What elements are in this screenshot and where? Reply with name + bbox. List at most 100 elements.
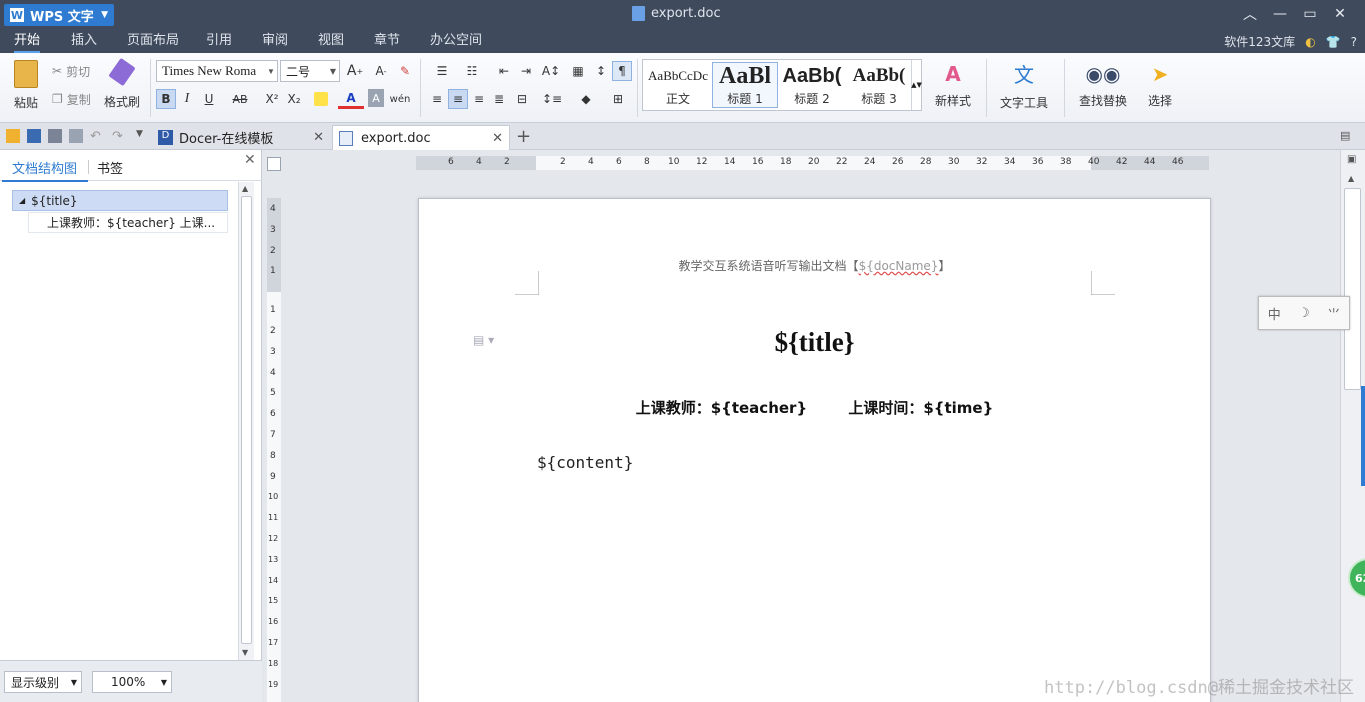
tab-export-doc[interactable]: export.doc ✕ bbox=[332, 125, 510, 150]
text-direction-icon[interactable]: A↕ bbox=[538, 61, 564, 81]
shading-icon[interactable]: ◆ bbox=[572, 89, 600, 109]
close-tab-icon[interactable]: ✕ bbox=[492, 131, 503, 146]
tab-menu-icon[interactable]: ▤ bbox=[1340, 129, 1350, 142]
punctuation-icon[interactable]: ⺌ bbox=[1327, 304, 1340, 323]
style-heading-1[interactable]: AaBl 标题 1 bbox=[712, 62, 778, 108]
doc-content[interactable]: ${content} bbox=[537, 453, 633, 472]
decrease-indent-icon[interactable]: ⇤ bbox=[494, 61, 514, 81]
borders-icon[interactable]: ⊞ bbox=[604, 89, 632, 109]
customize-toolbar-icon[interactable]: ▼ bbox=[136, 129, 150, 143]
styles-scroll[interactable]: ▲▼ bbox=[911, 60, 922, 110]
redo-icon[interactable]: ↷ bbox=[112, 129, 126, 144]
select-button[interactable]: ➤ 选择 bbox=[1140, 57, 1180, 113]
font-color-button[interactable]: A bbox=[338, 89, 364, 109]
text-tools-button[interactable]: 文 文字工具 bbox=[992, 57, 1056, 113]
font-name-select[interactable]: Times New Roma ▼ bbox=[156, 60, 278, 82]
tab-bookmarks[interactable]: 书签 bbox=[97, 158, 123, 177]
increase-indent-icon[interactable]: ⇥ bbox=[516, 61, 536, 81]
doc-subtitle[interactable]: 上课教师：${teacher} 上课时间：${time} bbox=[419, 397, 1210, 418]
grow-font-button[interactable]: A + bbox=[344, 61, 366, 81]
tab-docer-templates[interactable]: D Docer-在线模板 ✕ bbox=[152, 125, 330, 150]
horizontal-ruler[interactable]: 6 4 2 2 4 6 8 10 12 14 16 18 20 22 24 26 28 30 32 34 36 38 40 4… bbox=[416, 156, 1209, 170]
minimize-button[interactable]: — bbox=[1266, 4, 1294, 24]
close-tab-icon[interactable]: ✕ bbox=[313, 130, 324, 145]
scroll-down-icon[interactable]: ▼ bbox=[242, 648, 248, 657]
table-icon[interactable]: ▦ bbox=[568, 61, 588, 81]
nav-zoom-select[interactable]: 100% ▼ bbox=[92, 671, 172, 693]
doc-title[interactable]: ${title} bbox=[419, 327, 1210, 358]
help-button[interactable]: ? bbox=[1351, 35, 1357, 49]
print-icon[interactable] bbox=[48, 129, 62, 143]
collapse-ribbon-button[interactable]: ︿ bbox=[1236, 4, 1264, 24]
side-panel-toggle[interactable] bbox=[1361, 386, 1365, 486]
scroll-thumb[interactable] bbox=[1344, 188, 1361, 390]
scroll-up-icon[interactable]: ▲ bbox=[242, 184, 248, 193]
clear-format-icon[interactable]: ✎ bbox=[394, 61, 416, 81]
cut-button[interactable]: ✂ 剪切 bbox=[52, 61, 90, 81]
align-left-icon[interactable]: ≡ bbox=[428, 89, 446, 109]
nav-scrollbar[interactable]: ▲ ▼ bbox=[238, 182, 254, 660]
ime-language-toggle[interactable]: 中 bbox=[1268, 304, 1281, 323]
highlight-button[interactable] bbox=[308, 89, 334, 109]
close-button[interactable]: ✕ bbox=[1326, 4, 1354, 24]
user-account[interactable]: 软件123文库 bbox=[1224, 33, 1295, 50]
style-normal[interactable]: AaBbCcDc 正文 bbox=[645, 62, 711, 108]
underline-button[interactable]: U bbox=[198, 89, 220, 109]
line-spacing-icon[interactable]: ↕≡ bbox=[538, 89, 566, 109]
strikethrough-button[interactable]: AB bbox=[226, 89, 254, 109]
show-marks-icon[interactable]: ¶ bbox=[612, 61, 632, 81]
bullet-list-icon[interactable]: ☰ bbox=[428, 61, 456, 81]
app-menu-button[interactable]: W WPS 文字 ▼ bbox=[4, 4, 114, 26]
bold-button[interactable]: B bbox=[156, 89, 176, 109]
open-icon[interactable] bbox=[6, 129, 20, 143]
tab-office-space[interactable]: 办公空间 bbox=[430, 30, 482, 53]
print-preview-icon[interactable] bbox=[69, 129, 83, 143]
document-scrollbar[interactable]: ▣ ▲ bbox=[1340, 150, 1365, 702]
close-pane-icon[interactable]: ✕ bbox=[244, 152, 256, 168]
phonetic-guide-icon[interactable]: wén bbox=[388, 89, 412, 109]
save-icon[interactable] bbox=[27, 129, 41, 143]
document-page[interactable]: 教学交互系统语音听写输出文档【${docName}】 ▤ ▾ ${title} … bbox=[418, 198, 1211, 702]
sort-icon[interactable]: ↕ bbox=[592, 61, 610, 81]
tab-document-map[interactable]: 文档结构图 bbox=[12, 158, 77, 177]
new-style-button[interactable]: A 新样式 bbox=[926, 57, 980, 113]
format-painter-button[interactable]: 格式刷 bbox=[102, 57, 142, 113]
tab-chapter[interactable]: 章节 bbox=[374, 30, 400, 53]
subscript-button[interactable]: X₂ bbox=[284, 89, 304, 109]
char-shading-icon[interactable]: A bbox=[368, 89, 384, 107]
style-heading-3[interactable]: AaBb( 标题 3 bbox=[846, 62, 912, 108]
align-right-icon[interactable]: ≡ bbox=[470, 89, 488, 109]
moon-icon[interactable]: ☽ bbox=[1298, 306, 1310, 321]
font-size-select[interactable]: 二号 ▼ bbox=[280, 60, 340, 82]
paste-button[interactable]: 粘贴 bbox=[6, 57, 46, 113]
display-level-select[interactable]: 显示级别 ▼ bbox=[4, 671, 82, 693]
scroll-up-icon[interactable]: ▲ bbox=[1348, 174, 1354, 183]
tab-home[interactable]: 开始 bbox=[14, 30, 41, 53]
outline-node-teacher[interactable]: 上课教师：${teacher} 上课... bbox=[28, 212, 228, 233]
numbered-list-icon[interactable]: ☷ bbox=[458, 61, 486, 81]
skin-icon[interactable]: ◐ bbox=[1305, 35, 1315, 49]
page-header[interactable]: 教学交互系统语音听写输出文档【${docName}】 bbox=[419, 257, 1210, 274]
tab-references[interactable]: 引用 bbox=[206, 30, 232, 53]
outline-node-title[interactable]: ◢ ${title} bbox=[12, 190, 228, 211]
tab-stop-selector[interactable] bbox=[267, 157, 281, 171]
undo-icon[interactable]: ↶ bbox=[90, 129, 104, 144]
scroll-thumb[interactable] bbox=[241, 196, 252, 644]
vertical-ruler[interactable]: 4 3 2 1 1 2 3 4 5 6 7 8 9 10 11 12 13 14 15 16 17 18 19 bbox=[267, 198, 281, 702]
maximize-button[interactable]: ▭ bbox=[1296, 4, 1324, 24]
tab-view[interactable]: 视图 bbox=[318, 30, 344, 53]
justify-icon[interactable]: ≣ bbox=[490, 89, 508, 109]
shrink-font-button[interactable]: A- bbox=[370, 61, 392, 81]
style-heading-2[interactable]: AaBb( 标题 2 bbox=[779, 62, 845, 108]
tab-insert[interactable]: 插入 bbox=[71, 30, 97, 53]
copy-button[interactable]: ❐ 复制 bbox=[52, 89, 91, 109]
superscript-button[interactable]: X² bbox=[262, 89, 282, 109]
find-replace-button[interactable]: ◉◉ 查找替换 bbox=[1070, 57, 1136, 113]
ime-toolbar[interactable]: 中 ☽ ⺌ bbox=[1258, 296, 1350, 330]
distribute-icon[interactable]: ⊟ bbox=[512, 89, 532, 109]
align-center-icon[interactable]: ≡ bbox=[448, 89, 468, 109]
shirt-icon[interactable]: 👕 bbox=[1326, 35, 1341, 49]
tab-page-layout[interactable]: 页面布局 bbox=[127, 30, 179, 53]
italic-button[interactable]: I bbox=[178, 89, 196, 109]
ruler-toggle-icon[interactable]: ▣ bbox=[1347, 154, 1356, 165]
